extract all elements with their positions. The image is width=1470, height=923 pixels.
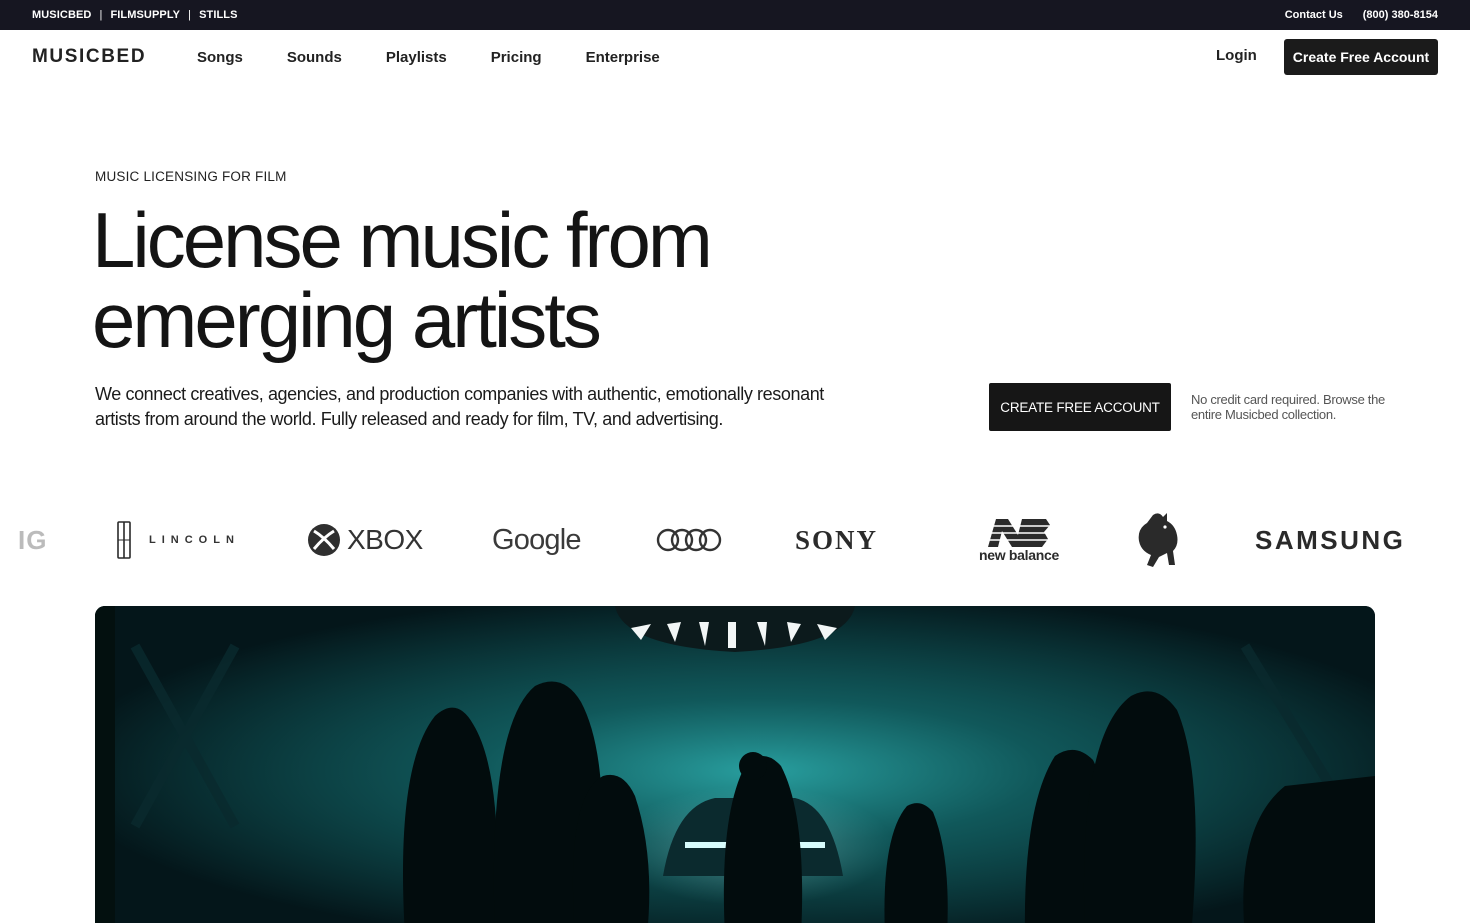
- logo-samsung: SAMSUNG: [1255, 524, 1406, 555]
- login-link[interactable]: Login: [1216, 47, 1257, 64]
- brand-link-musicbed[interactable]: MUSICBED: [32, 9, 91, 21]
- client-logos: IG LINCOLN XBOX Google SONY new balance …: [0, 505, 1470, 575]
- headline-line-2: emerging artists: [92, 276, 602, 364]
- logo-lincoln: LINCOLN: [117, 505, 240, 575]
- hero-subcopy: We connect creatives, agencies, and prod…: [95, 384, 824, 429]
- xbox-sphere-icon: [308, 524, 340, 556]
- separator: |: [188, 9, 192, 21]
- logo-google: Google: [492, 523, 582, 556]
- utility-bar: MUSICBED | FILMSUPPLY | STILLS Contact U…: [0, 0, 1470, 30]
- lincoln-star-icon: [117, 521, 131, 559]
- hero-video[interactable]: [95, 606, 1375, 923]
- musicbed-logo[interactable]: MUSICBED: [32, 46, 146, 68]
- audi-rings-icon: [656, 528, 722, 552]
- new-balance-wordmark: new balance: [979, 547, 1059, 563]
- video-frame: [95, 606, 1375, 923]
- contact-us-link[interactable]: Contact Us: [1285, 9, 1343, 21]
- nav-item-pricing[interactable]: Pricing: [491, 49, 542, 66]
- nav-item-enterprise[interactable]: Enterprise: [586, 49, 660, 66]
- nb-monogram-icon: [988, 519, 1050, 547]
- nav-item-songs[interactable]: Songs: [197, 49, 243, 66]
- logo-sony: SONY: [795, 524, 879, 555]
- nav-item-playlists[interactable]: Playlists: [386, 49, 447, 66]
- logo-audi: [656, 505, 722, 575]
- brand-link-stills[interactable]: STILLS: [199, 9, 238, 21]
- create-free-account-button[interactable]: Create Free Account: [1284, 39, 1438, 75]
- separator: |: [99, 9, 103, 21]
- utility-contact: Contact Us (800) 380-8154: [1285, 0, 1438, 30]
- hero-cta-note: No credit card required. Browse the enti…: [1191, 392, 1385, 422]
- xbox-wordmark: XBOX: [347, 524, 423, 555]
- nav-links: Songs Sounds Playlists Pricing Enterpris…: [197, 30, 660, 84]
- nav-item-sounds[interactable]: Sounds: [287, 49, 342, 66]
- phone-link[interactable]: (800) 380-8154: [1363, 9, 1438, 21]
- hero-headline: License music from emerging artists: [92, 200, 912, 360]
- hero-eyebrow: MUSIC LICENSING FOR FILM: [95, 169, 287, 184]
- logo-xbox: XBOX: [307, 505, 423, 575]
- lincoln-wordmark: LINCOLN: [149, 534, 240, 546]
- lamborghini-bull-icon: [1138, 513, 1178, 567]
- logo-cut-off: IG: [18, 524, 48, 555]
- logo-new-balance: new balance: [975, 505, 1063, 575]
- sister-brands: MUSICBED | FILMSUPPLY | STILLS: [32, 0, 238, 30]
- brand-link-filmsupply[interactable]: FILMSUPPLY: [110, 9, 180, 21]
- logo-lamborghini: [1133, 505, 1183, 575]
- headline-line-1: License music from: [92, 196, 713, 284]
- main-nav: MUSICBED Songs Sounds Playlists Pricing …: [0, 30, 1470, 84]
- hero-create-account-button[interactable]: CREATE FREE ACCOUNT: [989, 383, 1171, 431]
